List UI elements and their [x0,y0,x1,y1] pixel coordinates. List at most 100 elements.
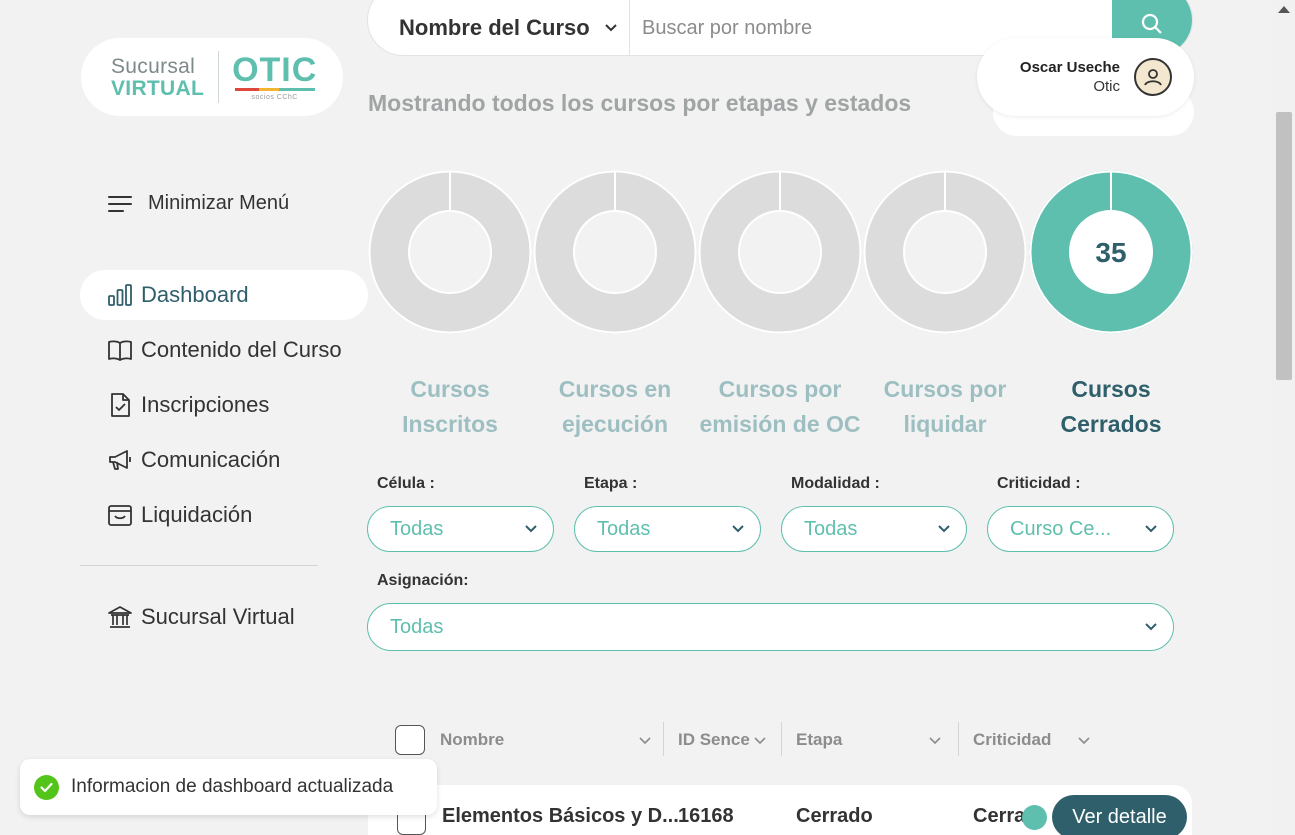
filter-etapa-label: Etapa : [584,475,638,492]
column-header-etapa[interactable]: Etapa [796,722,946,758]
scroll-up-arrow-icon[interactable] [1278,6,1290,13]
sidebar-item-label: Liquidación [141,502,253,527]
stage-label-line1: Cursos en [558,376,672,402]
column-header-id-sence[interactable]: ID Sence [678,722,770,758]
stage-label: Cursos Cerrados [1029,372,1193,442]
bar-chart-icon [107,282,133,308]
chevron-down-icon [1144,520,1158,538]
sidebar-item-sucursal-virtual[interactable]: Sucursal Virtual [80,592,368,642]
filter-asignacion-select[interactable]: Todas [367,603,1174,651]
column-divider [781,722,782,756]
filter-modalidad-select[interactable]: Todas [781,506,967,552]
filter-criticidad-label: Criticidad : [997,475,1081,492]
column-header-criticidad[interactable]: Criticidad [973,722,1093,758]
logo[interactable]: Sucursal VIRTUAL OTIC socios CChC [81,38,343,116]
column-divider [958,722,959,756]
stage-label-line1: Cursos por [718,376,842,402]
sidebar-item-liquidacion[interactable]: Liquidación [80,490,368,540]
filter-celula-select[interactable]: Todas [367,506,554,552]
sidebar-item-contenido[interactable]: Contenido del Curso [80,325,368,375]
user-info: Oscar Useche Otic [1020,58,1120,97]
column-header-label: Nombre [440,730,505,749]
stage-donut [533,170,697,334]
stage-label: Cursos por emisión de OC [698,372,862,442]
stage-label-line1: Cursos [410,376,490,402]
stage-cursos-cerrados[interactable]: 35 Cursos Cerrados [1029,170,1193,442]
logo-divider [218,51,220,103]
sidebar-item-label: Sucursal Virtual [141,604,295,629]
sidebar-item-comunicacion[interactable]: Comunicación [80,435,368,485]
stage-label-line1: Cursos [1071,376,1151,402]
stage-donut [863,170,1027,334]
chevron-down-icon [937,520,951,538]
filter-asignacion-label: Asignación: [377,572,469,589]
stage-cursos-por-emision-oc[interactable]: Cursos por emisión de OC [698,170,862,442]
filter-celula-label: Célula : [377,475,435,492]
stage-cursos-por-liquidar[interactable]: Cursos por liquidar [863,170,1027,442]
stage-label-line2: emisión de OC [699,411,861,437]
filter-criticidad-select[interactable]: Curso Ce... [987,506,1174,552]
filter-modalidad-label: Modalidad : [791,475,880,492]
stage-count: 35 [1095,237,1126,268]
toast-notification: Informacion de dashboard actualizada [20,759,437,815]
hamburger-icon [108,195,132,212]
stage-label-line2: liquidar [903,411,987,437]
cell-etapa: Cerrado [796,805,873,827]
logo-brand: OTIC [232,51,318,89]
minimize-menu-label: Minimizar Menú [148,192,290,214]
status-dot [1022,805,1047,830]
logo-line2: VIRTUAL [111,76,205,100]
sidebar-item-inscripciones[interactable]: Inscripciones [80,380,368,430]
stage-label: Cursos Inscritos [368,372,532,442]
search-field-select[interactable]: Nombre del Curso [368,0,630,55]
filter-value: Curso Ce... [1010,517,1112,540]
summary-text: Mostrando todos los cursos por etapas y … [368,90,912,116]
scrollbar-thumb[interactable] [1276,112,1292,380]
filter-value: Todas [597,517,651,540]
filter-value: Todas [390,615,444,638]
stage-cursos-en-ejecucion[interactable]: Cursos en ejecución [533,170,697,442]
chevron-down-icon [753,730,767,750]
column-header-label: Etapa [796,730,843,749]
user-icon [1144,69,1162,86]
chevron-down-icon [1077,730,1091,750]
minimize-menu-button[interactable]: Minimizar Menú [108,192,289,215]
toast-message: Informacion de dashboard actualizada [71,776,394,797]
sidebar-item-label: Comunicación [141,447,281,472]
ver-detalle-button[interactable]: Ver detalle [1052,795,1187,835]
chevron-down-icon [638,730,652,750]
sidebar-item-label: Inscripciones [141,392,270,417]
stage-label-line1: Cursos por [883,376,1007,402]
avatar[interactable] [1134,58,1172,96]
stage-label: Cursos por liquidar [863,372,1027,442]
chevron-down-icon [928,730,942,750]
cell-nombre: Elementos Básicos y D... [442,805,679,827]
chevron-down-icon [524,520,538,538]
check-circle-icon [34,774,59,800]
user-profile-card[interactable]: Oscar Useche Otic [977,38,1194,116]
column-header-nombre[interactable]: Nombre [440,722,654,758]
cell-id-sence: 16168 [678,805,734,827]
filter-etapa-select[interactable]: Todas [574,506,761,552]
chevron-down-icon [604,19,618,37]
stage-cursos-inscritos[interactable]: Cursos Inscritos [368,170,532,442]
app-root: Sucursal VIRTUAL OTIC socios CChC Minimi… [0,0,1295,835]
otic-logo-mark: OTIC socios CChC [232,53,317,101]
logo-color-bar [234,88,315,91]
column-header-label: ID Sence [678,730,750,749]
stage-label-line2: ejecución [561,411,669,437]
stage-label-line2: Inscritos [402,411,498,437]
sidebar-divider [80,565,318,566]
filter-value: Todas [804,517,858,540]
wallet-icon [107,502,133,528]
column-header-label: Criticidad [973,730,1052,749]
select-all-checkbox[interactable] [395,725,425,755]
sidebar-item-dashboard[interactable]: Dashboard [80,270,368,320]
search-icon [1141,13,1163,40]
logo-brand-sub: socios CChC [251,94,298,101]
logo-text-block: Sucursal VIRTUAL [111,56,204,99]
chevron-down-icon [731,520,745,538]
filter-value: Todas [390,517,444,540]
column-divider [663,722,664,756]
megaphone-icon [107,447,133,473]
